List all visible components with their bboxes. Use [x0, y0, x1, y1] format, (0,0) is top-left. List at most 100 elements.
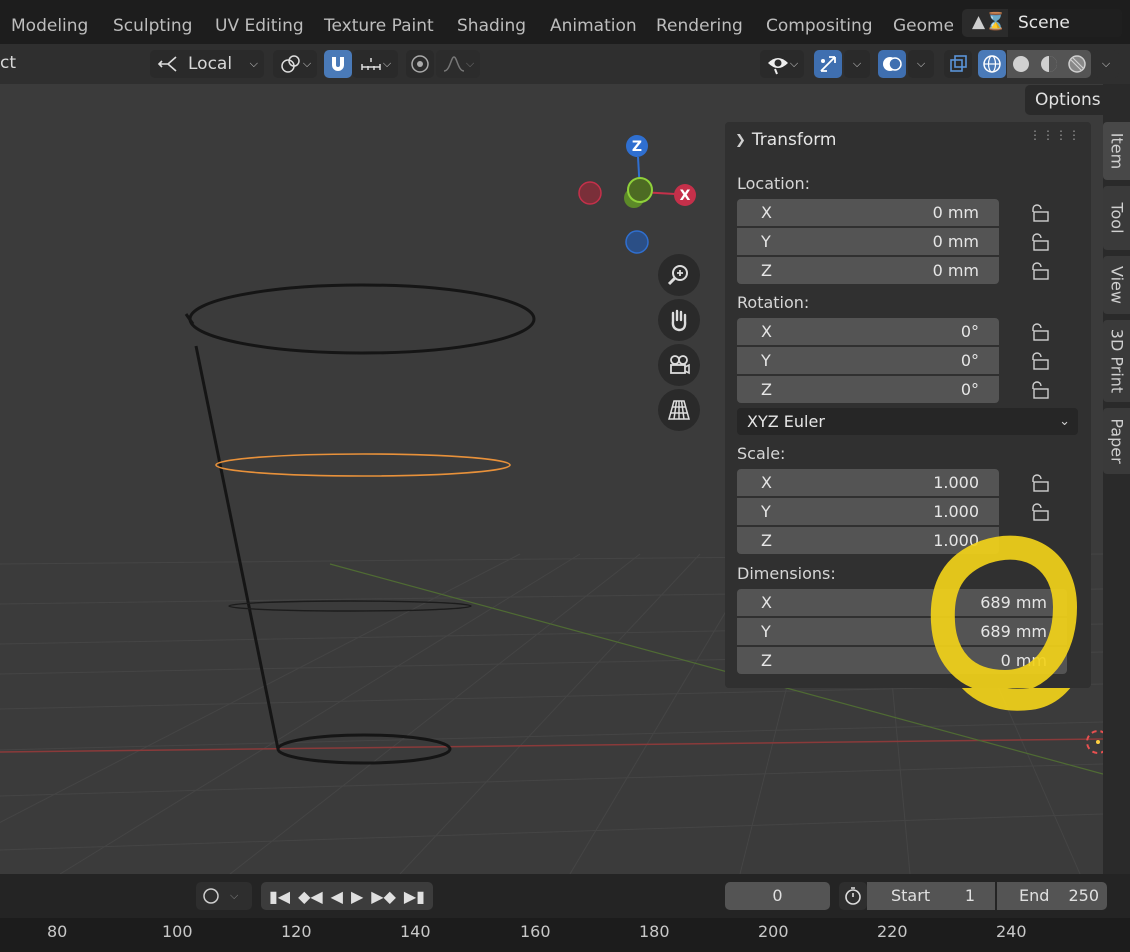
tab-animation[interactable]: Animation [550, 16, 637, 36]
rotation-x-field[interactable]: X 0° [737, 318, 999, 345]
lock-icon[interactable] [1031, 503, 1053, 521]
curve-ring[interactable] [228, 600, 472, 612]
scene-name[interactable]: Scene [1008, 9, 1122, 37]
lock-icon[interactable] [1031, 381, 1053, 399]
tab-view[interactable]: View [1103, 256, 1130, 314]
rotation-mode-label: XYZ Euler [747, 412, 825, 431]
lock-icon[interactable] [1031, 323, 1053, 341]
next-keyframe-icon[interactable]: ▶◆ [371, 887, 396, 906]
options-label: Options [1035, 90, 1101, 110]
scale-z-field[interactable]: Z 1.000 [737, 527, 999, 554]
frame-tick: 120 [281, 922, 312, 941]
tab-paper[interactable]: Paper [1103, 408, 1130, 474]
gizmo-dropdown[interactable]: ⌵ [844, 50, 870, 78]
gizmo-y[interactable] [627, 177, 653, 203]
tab-texture-paint[interactable]: Texture Paint [324, 16, 434, 36]
shading-wireframe-button[interactable] [978, 50, 1006, 78]
scale-label: Scale: [737, 444, 786, 463]
dimensions-z-field[interactable]: Z0 mm [737, 647, 1067, 674]
end-label: End [1019, 886, 1050, 905]
gizmo-toggle[interactable] [814, 50, 842, 78]
lock-icon[interactable] [1031, 233, 1053, 251]
tab-3d-print[interactable]: 3D Print [1103, 320, 1130, 402]
lock-icon[interactable] [1031, 204, 1053, 222]
record-icon [203, 888, 219, 904]
keying-dropdown[interactable]: ⌵ [196, 882, 252, 910]
timeline-ruler[interactable]: 80 100 120 140 160 180 200 220 240 [0, 918, 1130, 952]
camera-icon [670, 355, 690, 375]
scene-selector[interactable]: ▲⌛ Scene [962, 9, 1122, 37]
transform-panel: ❯ Transform ⋮⋮⋮⋮ Location: X0 mm Y0 mm Z… [725, 122, 1091, 688]
play-icon[interactable]: ▶ [351, 887, 363, 906]
pan-button[interactable] [658, 299, 700, 341]
curve-object[interactable] [184, 283, 536, 765]
frame-tick: 180 [639, 922, 670, 941]
jump-start-icon[interactable]: ▮◀ [269, 887, 290, 906]
rotation-z-field[interactable]: Z 0° [737, 376, 999, 403]
tab-rendering[interactable]: Rendering [656, 16, 743, 36]
dimensions-y-field[interactable]: Y 689 mm [737, 618, 1067, 645]
snap-toggle[interactable] [324, 50, 352, 78]
location-y-field[interactable]: Y0 mm [737, 228, 999, 255]
rotation-y-field[interactable]: Y 0° [737, 347, 999, 374]
lock-icon[interactable] [1031, 262, 1053, 280]
tab-sculpting[interactable]: Sculpting [113, 16, 192, 36]
scale-x-field[interactable]: X 1.000 [737, 469, 999, 496]
shading-material-button[interactable] [1035, 50, 1063, 78]
3d-cursor[interactable] [1086, 730, 1103, 754]
xray-toggle[interactable] [944, 50, 972, 78]
location-x-field[interactable]: X0 mm [737, 199, 999, 226]
zoom-button[interactable] [658, 254, 700, 296]
tab-compositing[interactable]: Compositing [766, 16, 873, 36]
lock-icon[interactable] [1031, 352, 1053, 370]
overlays-dropdown[interactable]: ⌵ [908, 50, 934, 78]
playback-controls: ▮◀ ◆◀ ◀ ▶ ▶◆ ▶▮ [261, 882, 433, 910]
pivot-dropdown[interactable]: ⌵ [273, 50, 317, 78]
gizmo-neg-x[interactable] [578, 181, 602, 205]
tab-item[interactable]: Item [1103, 122, 1130, 180]
shading-solid-button[interactable] [1007, 50, 1035, 78]
eye-icon [767, 58, 788, 75]
drag-handle-icon[interactable]: ⋮⋮⋮⋮ [1029, 128, 1081, 142]
snap-target-dropdown[interactable]: ⌵ [352, 50, 398, 78]
options-dropdown[interactable]: Options ⌵ [1025, 85, 1103, 115]
overlays-icon [883, 57, 902, 71]
frame-tick: 100 [162, 922, 193, 941]
jump-end-icon[interactable]: ▶▮ [404, 887, 425, 906]
scale-y-field[interactable]: Y 1.000 [737, 498, 999, 525]
start-frame-field[interactable]: Start 1 [867, 882, 995, 910]
chevron-down-icon: ⌵ [916, 57, 926, 70]
start-label: Start [891, 886, 931, 905]
transform-header[interactable]: ❯ Transform [735, 130, 836, 150]
chevron-down-icon: ⌵ [382, 57, 392, 70]
perspective-toggle-button[interactable] [658, 389, 700, 431]
overlays-toggle[interactable] [878, 50, 906, 78]
proportional-edit-toggle[interactable] [406, 50, 434, 78]
preview-range-toggle[interactable] [839, 882, 867, 910]
tab-tool[interactable]: Tool [1103, 186, 1130, 250]
location-z-field[interactable]: Z0 mm [737, 257, 999, 284]
falloff-dropdown[interactable]: ⌵ [436, 50, 480, 78]
shading-dropdown[interactable]: ⌵ [1093, 50, 1119, 78]
tab-geometry-nodes[interactable]: Geomet [893, 16, 953, 36]
gizmo-neg-z[interactable] [625, 230, 649, 254]
proportional-edit-icon [411, 55, 429, 73]
panel-title: Transform [751, 130, 837, 150]
mode-selector[interactable]: ct [0, 53, 16, 73]
lock-icon[interactable] [1031, 474, 1053, 492]
tab-shading[interactable]: Shading [457, 16, 526, 36]
play-reverse-icon[interactable]: ◀ [331, 887, 343, 906]
visibility-dropdown[interactable]: ⌵ [760, 50, 804, 78]
dimensions-x-field[interactable]: X 689 mm [737, 589, 1067, 616]
current-frame-field[interactable]: 0 [725, 882, 830, 910]
selected-ring[interactable] [215, 453, 511, 477]
sidebar-tabs: Item Tool View 3D Print Paper [1103, 122, 1130, 482]
rotation-mode-dropdown[interactable]: XYZ Euler ⌄ [737, 408, 1078, 435]
tab-uv-editing[interactable]: UV Editing [215, 16, 304, 36]
camera-view-button[interactable] [658, 344, 700, 386]
shading-rendered-button[interactable] [1063, 50, 1091, 78]
orientation-dropdown[interactable]: Local ⌵ [150, 50, 264, 78]
prev-keyframe-icon[interactable]: ◆◀ [298, 887, 323, 906]
tab-modeling[interactable]: Modeling [11, 16, 88, 36]
end-frame-field[interactable]: End 250 [997, 882, 1107, 910]
